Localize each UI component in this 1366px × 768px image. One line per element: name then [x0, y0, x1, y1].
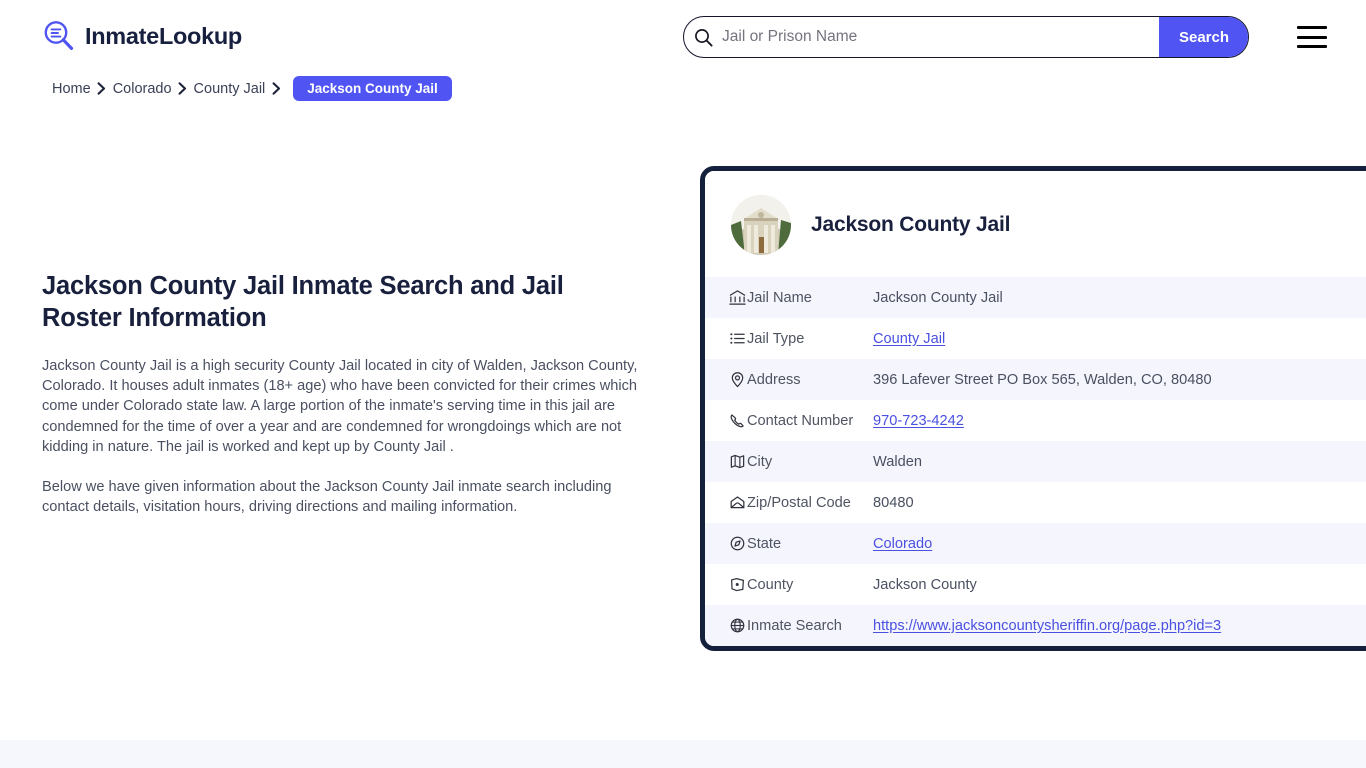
row-label: City: [747, 453, 773, 470]
table-row: Jail Type County Jail: [705, 318, 1366, 359]
row-value: Colorado: [873, 523, 1366, 564]
table-row: Zip/Postal Code 80480: [705, 482, 1366, 523]
row-label: County: [747, 576, 794, 593]
search-icon: [684, 17, 722, 57]
card-header: Jackson County Jail: [705, 171, 1366, 277]
table-row: Jail Name Jackson County Jail: [705, 277, 1366, 318]
jail-info-card: Jackson County Jail Jail Name Jackson Co…: [700, 166, 1366, 651]
brand-logo-link[interactable]: InmateLookup: [42, 19, 242, 53]
courthouse-photo: [731, 195, 791, 255]
state-link[interactable]: Colorado: [873, 536, 932, 552]
row-label: Zip/Postal Code: [747, 494, 851, 511]
hamburger-bar: [1297, 45, 1327, 48]
card-title: Jackson County Jail: [811, 213, 1011, 236]
table-row: City Walden: [705, 441, 1366, 482]
brand-name: InmateLookup: [85, 22, 242, 49]
county-map-icon: [705, 564, 747, 605]
table-row: Inmate Search https://www.jacksoncountys…: [705, 605, 1366, 646]
globe-icon: [705, 605, 747, 646]
description-paragraph-1: Jackson County Jail is a high security C…: [42, 358, 638, 455]
footer-band: [0, 740, 1366, 768]
list-icon: [705, 318, 747, 359]
breadcrumb-item-colorado[interactable]: Colorado: [113, 81, 172, 97]
jail-info-table: Jail Name Jackson County Jail Jail Type …: [705, 277, 1366, 646]
breadcrumb-item-home[interactable]: Home: [52, 81, 91, 97]
row-label: State: [747, 535, 782, 552]
hamburger-menu-icon[interactable]: [1297, 26, 1327, 48]
site-header: InmateLookup Search: [0, 0, 1366, 74]
table-row: County Jackson County: [705, 564, 1366, 605]
row-value: https://www.jacksoncountysheriffin.org/p…: [873, 605, 1366, 646]
compass-icon: [705, 523, 747, 564]
row-value: County Jail: [873, 318, 1366, 359]
breadcrumb-item-county-jail[interactable]: County Jail: [194, 81, 266, 97]
map-pin-icon: [705, 359, 747, 400]
row-value: 970-723-4242: [873, 400, 1366, 441]
row-label: Jail Type: [747, 330, 805, 347]
main-content: Jackson County Jail Inmate Search and Ja…: [42, 270, 642, 517]
jail-type-link[interactable]: County Jail: [873, 331, 945, 347]
breadcrumb: Home Colorado County Jail Jackson County…: [52, 76, 452, 101]
search-button[interactable]: Search: [1159, 17, 1248, 57]
row-label: Inmate Search: [747, 617, 842, 634]
search-input[interactable]: [722, 17, 1159, 57]
search-bar[interactable]: Search: [683, 16, 1249, 58]
table-row: Address 396 Lafever Street PO Box 565, W…: [705, 359, 1366, 400]
chevron-right-icon: [265, 82, 287, 95]
row-value: Walden: [873, 453, 922, 470]
row-value: 80480: [873, 494, 914, 511]
phone-icon: [705, 400, 747, 441]
row-value: 396 Lafever Street PO Box 565, Walden, C…: [873, 371, 1212, 388]
row-label: Jail Name: [747, 289, 812, 306]
row-label: Address: [747, 371, 801, 388]
table-row: Contact Number 970-723-4242: [705, 400, 1366, 441]
chevron-right-icon: [91, 82, 113, 95]
breadcrumb-current: Jackson County Jail: [293, 76, 452, 101]
table-row: State Colorado: [705, 523, 1366, 564]
magnifier-list-icon: [42, 19, 76, 53]
hamburger-bar: [1297, 35, 1327, 39]
row-value: Jackson County Jail: [873, 289, 1003, 306]
chevron-right-icon: [172, 82, 194, 95]
hamburger-bar: [1297, 26, 1327, 29]
row-label: Contact Number: [747, 412, 854, 429]
inmate-search-link[interactable]: https://www.jacksoncountysheriffin.org/p…: [873, 618, 1221, 634]
description-paragraph-2: Below we have given information about th…: [42, 479, 612, 516]
page-title: Jackson County Jail Inmate Search and Ja…: [42, 272, 564, 332]
bank-icon: [705, 277, 747, 318]
envelope-icon: [705, 482, 747, 523]
row-value: Jackson County: [873, 576, 977, 593]
map-icon: [705, 441, 747, 482]
phone-link[interactable]: 970-723-4242: [873, 413, 964, 429]
